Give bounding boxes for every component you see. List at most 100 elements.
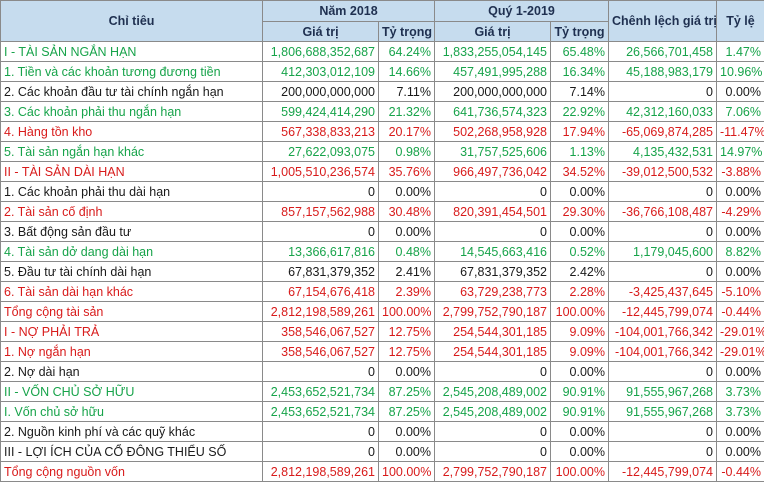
ratio-cell[interactable]: 0.00% <box>717 182 764 202</box>
value-2019-cell[interactable]: 31,757,525,606 <box>435 142 551 162</box>
header-value-2019[interactable]: Giá trị <box>435 22 551 42</box>
ratio-cell[interactable]: 14.97% <box>717 142 764 162</box>
diff-cell[interactable]: 0 <box>609 222 717 242</box>
share-2019-cell[interactable]: 9.09% <box>551 322 609 342</box>
share-2018-cell[interactable]: 30.48% <box>379 202 435 222</box>
row-label[interactable]: 4. Tài sản dở dang dài hạn <box>1 242 263 262</box>
value-2019-cell[interactable]: 0 <box>435 182 551 202</box>
value-2019-cell[interactable]: 820,391,454,501 <box>435 202 551 222</box>
share-2019-cell[interactable]: 34.52% <box>551 162 609 182</box>
share-2019-cell[interactable]: 7.14% <box>551 82 609 102</box>
share-2019-cell[interactable]: 0.00% <box>551 422 609 442</box>
share-2019-cell[interactable]: 90.91% <box>551 382 609 402</box>
diff-cell[interactable]: -104,001,766,342 <box>609 342 717 362</box>
share-2019-cell[interactable]: 9.09% <box>551 342 609 362</box>
share-2019-cell[interactable]: 90.91% <box>551 402 609 422</box>
share-2018-cell[interactable]: 0.00% <box>379 422 435 442</box>
share-2018-cell[interactable]: 12.75% <box>379 342 435 362</box>
value-2019-cell[interactable]: 502,268,958,928 <box>435 122 551 142</box>
row-label[interactable]: 1. Tiền và các khoản tương đương tiền <box>1 62 263 82</box>
share-2018-cell[interactable]: 0.00% <box>379 222 435 242</box>
share-2019-cell[interactable]: 100.00% <box>551 462 609 482</box>
value-2019-cell[interactable]: 2,545,208,489,002 <box>435 402 551 422</box>
value-2018-cell[interactable]: 0 <box>263 442 379 462</box>
row-label[interactable]: Tổng cộng tài sản <box>1 302 263 322</box>
row-label[interactable]: 6. Tài sản dài hạn khác <box>1 282 263 302</box>
share-2019-cell[interactable]: 65.48% <box>551 42 609 62</box>
value-2019-cell[interactable]: 457,491,995,288 <box>435 62 551 82</box>
header-q1-2019[interactable]: Quý 1-2019 <box>435 1 609 22</box>
row-label[interactable]: 2. Nợ dài hạn <box>1 362 263 382</box>
value-2019-cell[interactable]: 2,545,208,489,002 <box>435 382 551 402</box>
share-2018-cell[interactable]: 87.25% <box>379 402 435 422</box>
row-label[interactable]: I - NỢ PHẢI TRẢ <box>1 322 263 342</box>
share-2019-cell[interactable]: 17.94% <box>551 122 609 142</box>
share-2018-cell[interactable]: 100.00% <box>379 462 435 482</box>
share-2018-cell[interactable]: 0.00% <box>379 442 435 462</box>
share-2019-cell[interactable]: 0.00% <box>551 182 609 202</box>
row-label[interactable]: 2. Tài sản cố định <box>1 202 263 222</box>
row-label[interactable]: 3. Bất động sản đầu tư <box>1 222 263 242</box>
share-2019-cell[interactable]: 22.92% <box>551 102 609 122</box>
value-2019-cell[interactable]: 0 <box>435 422 551 442</box>
value-2019-cell[interactable]: 254,544,301,185 <box>435 342 551 362</box>
share-2019-cell[interactable]: 0.00% <box>551 442 609 462</box>
ratio-cell[interactable]: 0.00% <box>717 442 764 462</box>
ratio-cell[interactable]: 0.00% <box>717 82 764 102</box>
share-2018-cell[interactable]: 0.48% <box>379 242 435 262</box>
share-2018-cell[interactable]: 2.41% <box>379 262 435 282</box>
value-2019-cell[interactable]: 2,799,752,790,187 <box>435 462 551 482</box>
diff-cell[interactable]: -104,001,766,342 <box>609 322 717 342</box>
ratio-cell[interactable]: -11.47% <box>717 122 764 142</box>
ratio-cell[interactable]: -4.29% <box>717 202 764 222</box>
diff-cell[interactable]: -36,766,108,487 <box>609 202 717 222</box>
share-2019-cell[interactable]: 16.34% <box>551 62 609 82</box>
value-2019-cell[interactable]: 2,799,752,790,187 <box>435 302 551 322</box>
row-label[interactable]: 1. Các khoản phải thu dài hạn <box>1 182 263 202</box>
ratio-cell[interactable]: 10.96% <box>717 62 764 82</box>
header-diff[interactable]: Chênh lệch giá trị <box>609 1 717 42</box>
diff-cell[interactable]: 0 <box>609 442 717 462</box>
share-2019-cell[interactable]: 2.42% <box>551 262 609 282</box>
diff-cell[interactable]: 0 <box>609 182 717 202</box>
value-2018-cell[interactable]: 2,812,198,589,261 <box>263 302 379 322</box>
diff-cell[interactable]: 91,555,967,268 <box>609 402 717 422</box>
diff-cell[interactable]: 0 <box>609 362 717 382</box>
share-2019-cell[interactable]: 29.30% <box>551 202 609 222</box>
share-2018-cell[interactable]: 0.00% <box>379 182 435 202</box>
ratio-cell[interactable]: 8.82% <box>717 242 764 262</box>
ratio-cell[interactable]: 0.00% <box>717 222 764 242</box>
row-label[interactable]: I - TÀI SẢN NGẮN HẠN <box>1 42 263 62</box>
value-2018-cell[interactable]: 67,154,676,418 <box>263 282 379 302</box>
value-2018-cell[interactable]: 0 <box>263 422 379 442</box>
diff-cell[interactable]: -65,069,874,285 <box>609 122 717 142</box>
value-2018-cell[interactable]: 0 <box>263 222 379 242</box>
diff-cell[interactable]: -3,425,437,645 <box>609 282 717 302</box>
diff-cell[interactable]: 0 <box>609 82 717 102</box>
diff-cell[interactable]: 4,135,432,531 <box>609 142 717 162</box>
ratio-cell[interactable]: -5.10% <box>717 282 764 302</box>
share-2018-cell[interactable]: 35.76% <box>379 162 435 182</box>
diff-cell[interactable]: 26,566,701,458 <box>609 42 717 62</box>
diff-cell[interactable]: -39,012,500,532 <box>609 162 717 182</box>
row-label[interactable]: 1. Nợ ngắn hạn <box>1 342 263 362</box>
diff-cell[interactable]: 0 <box>609 262 717 282</box>
header-value-2018[interactable]: Giá trị <box>263 22 379 42</box>
row-label[interactable]: III - LỢI ÍCH CỦA CỔ ĐÔNG THIỂU SỐ <box>1 442 263 462</box>
value-2018-cell[interactable]: 27,622,093,075 <box>263 142 379 162</box>
value-2019-cell[interactable]: 1,833,255,054,145 <box>435 42 551 62</box>
diff-cell[interactable]: 1,179,045,600 <box>609 242 717 262</box>
value-2018-cell[interactable]: 1,005,510,236,574 <box>263 162 379 182</box>
share-2018-cell[interactable]: 100.00% <box>379 302 435 322</box>
value-2018-cell[interactable]: 67,831,379,352 <box>263 262 379 282</box>
ratio-cell[interactable]: -3.88% <box>717 162 764 182</box>
value-2019-cell[interactable]: 63,729,238,773 <box>435 282 551 302</box>
share-2019-cell[interactable]: 0.52% <box>551 242 609 262</box>
share-2018-cell[interactable]: 14.66% <box>379 62 435 82</box>
header-ratio[interactable]: Tỷ lệ <box>717 1 764 42</box>
value-2019-cell[interactable]: 14,545,663,416 <box>435 242 551 262</box>
row-label[interactable]: 2. Các khoản đầu tư tài chính ngắn hạn <box>1 82 263 102</box>
value-2018-cell[interactable]: 13,366,617,816 <box>263 242 379 262</box>
diff-cell[interactable]: 45,188,983,179 <box>609 62 717 82</box>
row-label[interactable]: I. Vốn chủ sở hữu <box>1 402 263 422</box>
